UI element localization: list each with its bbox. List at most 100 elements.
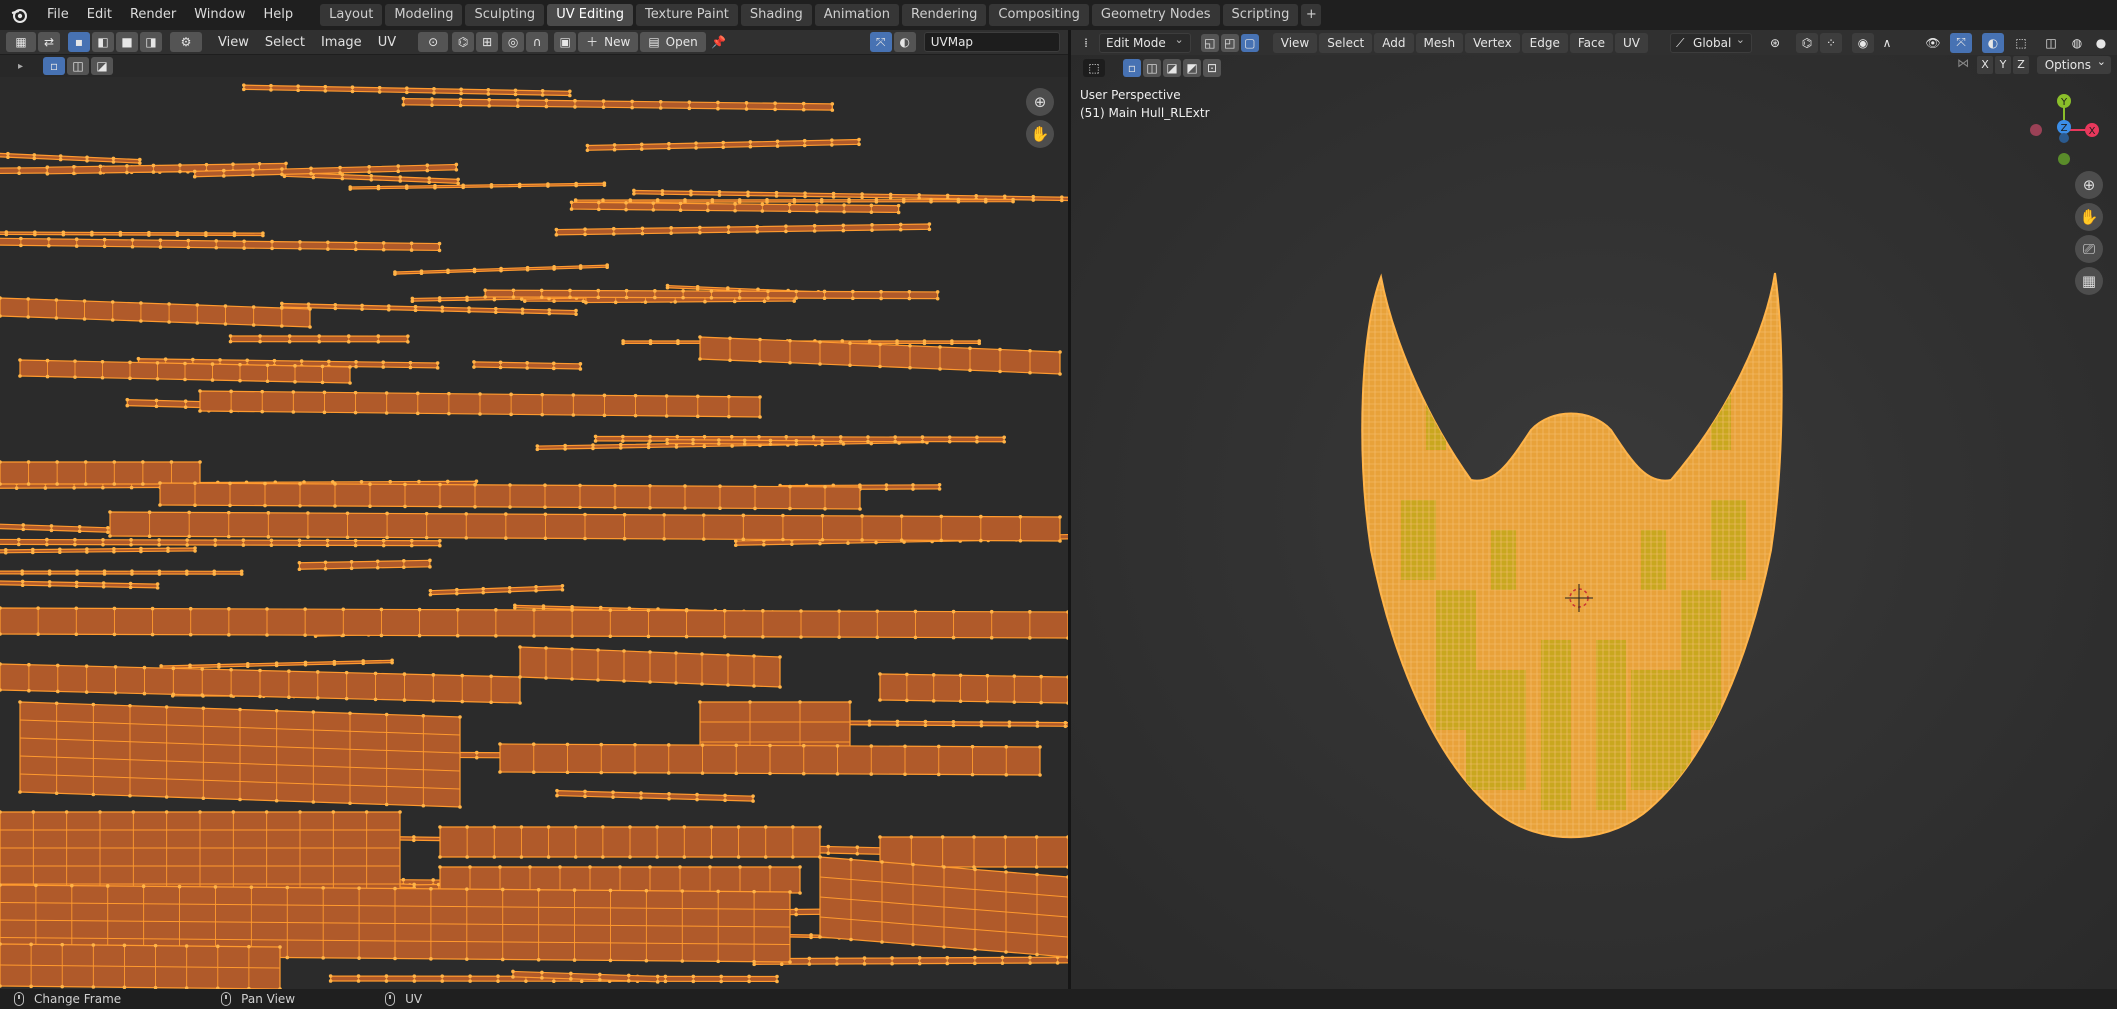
uv-vertex[interactable] [801,101,806,106]
uv-vertex[interactable] [788,960,792,964]
uv-vertex[interactable] [936,772,941,777]
uv-vertex[interactable] [878,698,882,702]
uv-vertex[interactable] [493,310,498,315]
uv-vertex[interactable] [721,140,726,145]
uv-vertex[interactable] [803,194,807,199]
uv-vertex[interactable] [472,269,477,274]
edge-mode-icon[interactable]: ◰ [1220,33,1239,52]
uv-vertex[interactable] [811,435,816,439]
uv-vertex[interactable] [238,797,242,802]
uv-vertex[interactable] [242,246,246,250]
vp-zoom-icon[interactable]: ⊕ [2075,171,2103,199]
uv-menu-select[interactable]: Select [257,30,313,54]
uv-vertex[interactable] [228,334,233,338]
uv-vertex[interactable] [298,246,302,251]
uv-vertex[interactable] [768,438,773,443]
uv-vertex[interactable] [655,974,660,979]
uv-vertex[interactable] [923,723,928,728]
uv-vertex[interactable] [552,299,556,304]
uv-vertex[interactable] [880,940,884,944]
uv-vertex[interactable] [723,793,727,798]
uv-face[interactable] [429,585,564,596]
uv-vertex[interactable] [973,955,977,960]
uv-vertex[interactable] [799,635,803,639]
options-dropdown[interactable]: Options [2036,53,2111,74]
uv-vertex[interactable] [101,537,105,542]
uv-vertex[interactable] [264,810,269,814]
uv-vertex[interactable] [578,483,582,488]
uv-vertex[interactable] [722,634,727,639]
uv-face[interactable] [0,547,196,554]
uv-vertex[interactable] [895,723,900,727]
uv-vertex[interactable] [438,855,442,859]
uv-vertex[interactable] [77,529,82,534]
uv-island[interactable] [878,672,1068,705]
uv-vertex[interactable] [112,632,117,637]
pin-icon[interactable]: 📌 [708,32,730,52]
uv-vertex[interactable] [210,362,215,366]
uv-vertex[interactable] [525,361,529,365]
uv-vertex[interactable] [1018,514,1023,519]
uv-vertex[interactable] [1007,724,1012,728]
uv-vertex[interactable] [229,409,233,414]
uv-vertex[interactable] [232,233,237,238]
uv-vertex[interactable] [684,608,689,613]
uv-vertex[interactable] [1011,199,1015,204]
tool-select-extend-icon[interactable]: ◫ [67,57,90,75]
uv-vertex[interactable] [895,719,900,724]
uv-vertex[interactable] [515,98,520,102]
uv-vertex[interactable] [640,226,645,231]
uv-vertex[interactable] [630,99,634,104]
uv-vertex[interactable] [830,143,834,147]
uv-vertex[interactable] [555,793,559,798]
uv-vertex[interactable] [280,306,284,310]
uv-vertex[interactable] [646,634,651,639]
uv-vertex[interactable] [90,233,94,237]
uv-vertex[interactable] [26,297,30,301]
uv-vertex[interactable] [464,512,469,516]
hand-icon[interactable]: ✋ [1026,120,1054,148]
uv-vertex[interactable] [303,607,307,611]
uv-vertex[interactable] [227,607,231,611]
uv-vertex[interactable] [1058,515,1062,519]
uv-vertex[interactable] [406,334,410,338]
uv-vertex[interactable] [353,410,358,415]
uv-vertex[interactable] [438,482,442,487]
uv-vertex[interactable] [664,414,669,418]
uv-vertex[interactable] [801,107,806,112]
uv-vertex[interactable] [278,945,282,949]
tool-settings-icon[interactable]: ⬚ [1083,58,1105,77]
navigation-gizmo[interactable]: Y X Z [2019,85,2109,175]
uv-vertex[interactable] [432,91,436,95]
uv-vertex[interactable] [183,405,188,409]
uv-vertex[interactable] [241,543,246,547]
uv-vertex[interactable] [151,170,156,174]
uv-vertex[interactable] [192,174,197,179]
uv-vertex[interactable] [788,506,792,511]
uv-vertex[interactable] [445,479,450,484]
uv-vertex[interactable] [525,268,530,272]
uv-vertex[interactable] [46,237,51,241]
face-select-icon[interactable]: ■ [116,32,138,52]
uv-vertex[interactable] [920,439,925,444]
uv-vertex[interactable] [381,360,386,365]
uv-vertex[interactable] [621,439,625,443]
uv-vertex[interactable] [763,855,768,859]
uv-vertex[interactable] [588,865,592,869]
uv-vertex[interactable] [775,144,780,148]
uv-vertex[interactable] [931,699,936,703]
uv-vertex[interactable] [393,886,397,891]
uv-vertex[interactable] [515,104,520,109]
uv-vertex[interactable] [790,542,794,546]
uv-vertex[interactable] [717,438,721,442]
uv-vertex[interactable] [1003,865,1008,869]
uv-vertex[interactable] [201,796,206,801]
uv-vertex[interactable] [1031,194,1036,199]
uv-vertex[interactable] [678,208,683,213]
uv-vertex[interactable] [880,860,884,864]
uv-vertex[interactable] [315,670,320,674]
uv-vertex[interactable] [675,434,680,439]
uv-face[interactable] [0,461,201,485]
uv-vertex[interactable] [387,307,391,312]
uv-vertex[interactable] [36,632,40,636]
